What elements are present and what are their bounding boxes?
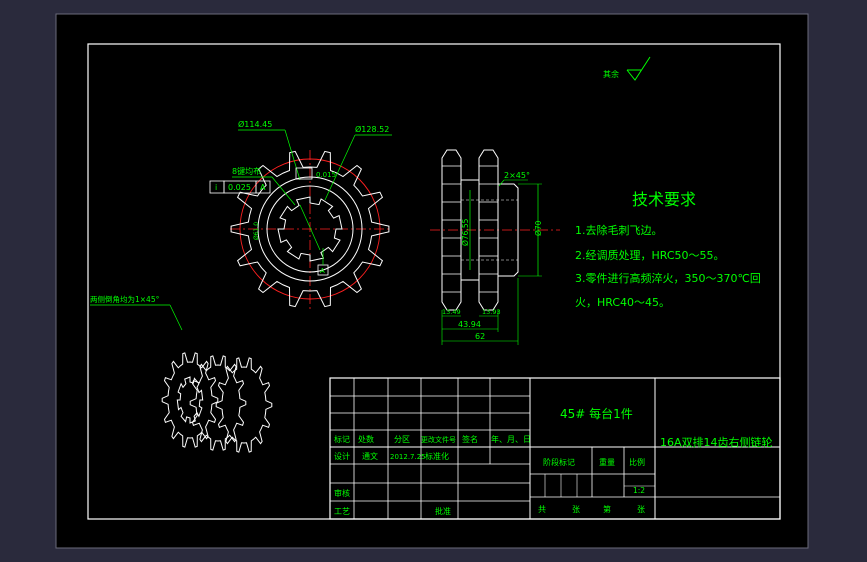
dim-outer-diameter: Ø128.52	[355, 124, 389, 134]
tech-item-3: 3.零件进行高频淬火，350～370℃回	[575, 271, 761, 285]
dim-rows: 43.94	[458, 320, 481, 329]
dim-tip-diameter: Ø114.45	[238, 119, 272, 129]
dim-chamfer: 2×45°	[504, 171, 530, 180]
datum-label: A	[320, 267, 325, 275]
approve-label: 批准	[435, 506, 451, 516]
tolerance-symbol: i	[215, 183, 217, 192]
designer-label: 设计	[334, 451, 350, 461]
design-date: 2012.7.25	[390, 453, 426, 461]
sheet-no-label: 第	[603, 504, 611, 514]
sheet-unit-label: 张	[572, 505, 580, 514]
th-sign: 签名	[462, 434, 478, 444]
th-zone: 分区	[394, 435, 410, 444]
tolerance-value: 0.025	[228, 183, 251, 192]
stage-mark-label: 阶段标记	[543, 457, 575, 467]
drawing-stage: 其余 Ø114.45 Ø128.52 8键均布 i 0.025 A 0.015 …	[55, 13, 809, 549]
chamfer-note: 两侧倒角均为1×45°	[90, 294, 160, 304]
tech-item-2: 2.经调质处理，HRC50～55。	[575, 249, 725, 262]
svg-text:Ø61.0: Ø61.0	[253, 222, 260, 240]
review-label: 审核	[334, 488, 350, 498]
dim-tooth-width: 13.49	[442, 308, 461, 316]
dim-bore-diameter: Ø70	[534, 220, 543, 236]
roughness-label: 其余	[603, 69, 619, 79]
weight-label: 重量	[599, 457, 615, 467]
small-dim: 0.015	[316, 171, 336, 179]
sheet-unit2-label: 张	[637, 505, 645, 514]
spline-note: 8键均布	[232, 166, 261, 176]
th-change-doc: 更改文件号	[421, 435, 456, 444]
tech-item-1: 1.去除毛刺飞边。	[575, 223, 663, 237]
designer-name: 通文	[362, 451, 378, 461]
sheet-total-label: 共	[538, 505, 546, 514]
standard-label: 标准化	[425, 451, 449, 461]
th-date: 年、月、日	[491, 434, 531, 444]
dim-total: 62	[475, 332, 485, 341]
tech-title: 技术要求	[632, 190, 696, 209]
process-label: 工艺	[334, 507, 350, 516]
tech-item-4: 火，HRC40～45。	[575, 296, 670, 309]
tolerance-datum: A	[260, 183, 266, 192]
ratio-value: 1:2	[633, 486, 645, 495]
part-name: 16A双排14齿右侧链轮	[660, 435, 773, 449]
th-mark: 标记	[334, 434, 350, 444]
ratio-label: 比例	[629, 457, 645, 467]
material-text: 45# 每台1件	[560, 406, 633, 421]
dim-gap: 13.93	[482, 308, 501, 316]
dim-hub-diameter: Ø76.55	[461, 218, 470, 246]
th-count: 处数	[358, 434, 374, 444]
